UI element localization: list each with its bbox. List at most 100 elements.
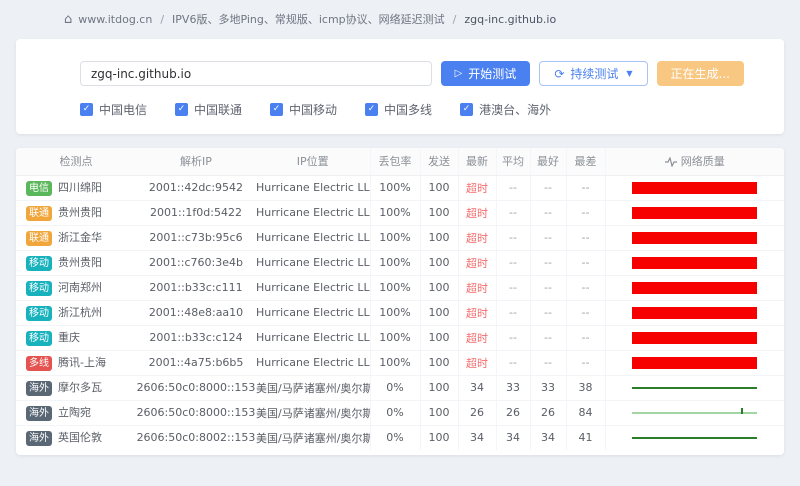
ip-location-cell: Hurricane Electric LLC — [256, 350, 370, 375]
node-name: 腾讯-上海 — [58, 356, 106, 369]
node-name: 英国伦敦 — [58, 431, 102, 444]
checkbox-checked-icon[interactable]: ✓ — [460, 103, 473, 116]
carrier-checkbox-0[interactable]: ✓中国电信 — [80, 101, 147, 118]
generating-label: 正在生成... — [671, 65, 730, 82]
loop-icon: ⟳ — [554, 67, 564, 81]
host-input[interactable] — [80, 61, 432, 86]
column-header-6: 平均 — [496, 148, 530, 175]
table-row: 移动贵州贵阳2001::c760:3e4bHurricane Electric … — [16, 250, 784, 275]
best-cell: -- — [530, 300, 566, 325]
quality-green-line — [632, 437, 757, 439]
node-cell: 移动贵州贵阳 — [16, 250, 136, 275]
breadcrumb: ⌂ www.itdog.cn / IPV6版、多地Ping、常规版、icmp协议… — [64, 11, 784, 27]
resolved-ip-cell: 2001::48e8:aa10 — [136, 300, 256, 325]
node-name: 四川绵阳 — [58, 181, 102, 194]
best-cell: 26 — [530, 400, 566, 425]
resolved-ip-cell: 2606:50c0:8000::153 — [136, 375, 256, 400]
latest-cell: 超时 — [458, 350, 496, 375]
column-header-4: 发送 — [420, 148, 458, 175]
quality-red-bar — [632, 232, 757, 244]
checkbox-checked-icon[interactable]: ✓ — [175, 103, 188, 116]
avg-cell: -- — [496, 350, 530, 375]
node-cell: 电信四川绵阳 — [16, 175, 136, 200]
results-table-card: 检测点解析IPIP位置丢包率发送最新平均最好最差网络质量 电信四川绵阳2001:… — [16, 148, 784, 455]
table-row: 海外英国伦敦2606:50c0:8002::153美国/马萨诸塞州/奥尔斯顿/F… — [16, 425, 784, 450]
table-row: 电信四川绵阳2001::42dc:9542Hurricane Electric … — [16, 175, 784, 200]
start-test-button[interactable]: ▷ 开始测试 — [441, 61, 531, 86]
best-cell: 33 — [530, 375, 566, 400]
table-row: 联通浙江金华2001::c73b:95c6Hurricane Electric … — [16, 225, 784, 250]
carrier-checkbox-4[interactable]: ✓港澳台、海外 — [460, 101, 551, 118]
quality-spike — [741, 408, 743, 414]
column-header-3: 丢包率 — [370, 148, 420, 175]
worst-cell: -- — [566, 300, 605, 325]
generating-button[interactable]: 正在生成... — [657, 61, 744, 86]
checkbox-checked-icon[interactable]: ✓ — [365, 103, 378, 116]
carrier-checkbox-2[interactable]: ✓ 中国移动 — [270, 101, 337, 118]
resolved-ip-cell: 2001::1f0d:5422 — [136, 200, 256, 225]
avg-cell: -- — [496, 300, 530, 325]
packet-loss-cell: 100% — [370, 325, 420, 350]
carrier-checkbox-3[interactable]: ✓中国多线 — [365, 101, 432, 118]
table-row: 海外立陶宛2606:50c0:8000::153美国/马萨诸塞州/奥尔斯顿/Fa… — [16, 400, 784, 425]
resolved-ip-cell: 2001::b33c:c124 — [136, 325, 256, 350]
node-name: 重庆 — [58, 331, 80, 344]
best-cell: -- — [530, 200, 566, 225]
table-row: 移动重庆2001::b33c:c124Hurricane Electric LL… — [16, 325, 784, 350]
column-header-1: 解析IP — [136, 148, 256, 175]
resolved-ip-cell: 2001::c73b:95c6 — [136, 225, 256, 250]
network-quality-cell — [605, 350, 784, 375]
carrier-checkbox-label: 中国移动 — [289, 101, 337, 118]
node-cell: 移动重庆 — [16, 325, 136, 350]
ip-location-cell: Hurricane Electric LLC — [256, 225, 370, 250]
network-quality-cell — [605, 325, 784, 350]
latest-cell: 34 — [458, 425, 496, 450]
quality-green-line — [632, 387, 757, 389]
worst-cell: -- — [566, 350, 605, 375]
node-cell: 移动河南郑州 — [16, 275, 136, 300]
latest-cell: 26 — [458, 400, 496, 425]
start-test-label: 开始测试 — [468, 65, 516, 82]
packet-loss-cell: 100% — [370, 200, 420, 225]
latest-cell: 超时 — [458, 200, 496, 225]
quality-red-bar — [632, 332, 757, 344]
carrier-badge: 海外 — [26, 431, 52, 446]
sent-cell: 100 — [420, 375, 458, 400]
sent-cell: 100 — [420, 200, 458, 225]
carrier-badge: 移动 — [26, 306, 52, 321]
ip-location-cell: 美国/马萨诸塞州/奥尔斯顿/Fastly, Inc. — [256, 400, 370, 425]
checkbox-checked-icon[interactable]: ✓ — [270, 103, 283, 116]
carrier-badge: 电信 — [26, 181, 52, 196]
worst-cell: 84 — [566, 400, 605, 425]
ip-location-cell: Hurricane Electric LLC — [256, 325, 370, 350]
ip-location-cell: Hurricane Electric LLC — [256, 275, 370, 300]
network-quality-cell — [605, 175, 784, 200]
ip-location-cell: Hurricane Electric LLC — [256, 200, 370, 225]
node-name: 河南郑州 — [58, 281, 102, 294]
carrier-badge: 海外 — [26, 406, 52, 421]
node-name: 立陶宛 — [58, 406, 91, 419]
worst-cell: -- — [566, 250, 605, 275]
carrier-badge: 联通 — [26, 206, 52, 221]
column-header-5: 最新 — [458, 148, 496, 175]
best-cell: -- — [530, 250, 566, 275]
breadcrumb-category[interactable]: IPV6版、多地Ping、常规版、icmp协议、网络延迟测试 — [172, 11, 445, 27]
carrier-badge: 移动 — [26, 331, 52, 346]
carrier-checkbox-1[interactable]: ✓中国联通 — [175, 101, 242, 118]
breadcrumb-site[interactable]: www.itdog.cn — [78, 13, 152, 26]
worst-cell: -- — [566, 275, 605, 300]
sent-cell: 100 — [420, 400, 458, 425]
checkbox-checked-icon[interactable]: ✓ — [80, 103, 93, 116]
column-header-7: 最好 — [530, 148, 566, 175]
network-quality-cell — [605, 250, 784, 275]
avg-cell: -- — [496, 275, 530, 300]
best-cell: -- — [530, 325, 566, 350]
ip-location-cell: Hurricane Electric LLC — [256, 300, 370, 325]
sent-cell: 100 — [420, 250, 458, 275]
quality-green-line-with-spike — [632, 412, 757, 414]
table-header-row: 检测点解析IPIP位置丢包率发送最新平均最好最差网络质量 — [16, 148, 784, 175]
quality-red-bar — [632, 257, 757, 269]
ip-location-cell: 美国/马萨诸塞州/奥尔斯顿/Fastly, Inc. — [256, 375, 370, 400]
table-row: 移动河南郑州2001::b33c:c111Hurricane Electric … — [16, 275, 784, 300]
continuous-test-button[interactable]: ⟳ 持续测试 ▼ — [539, 61, 647, 86]
